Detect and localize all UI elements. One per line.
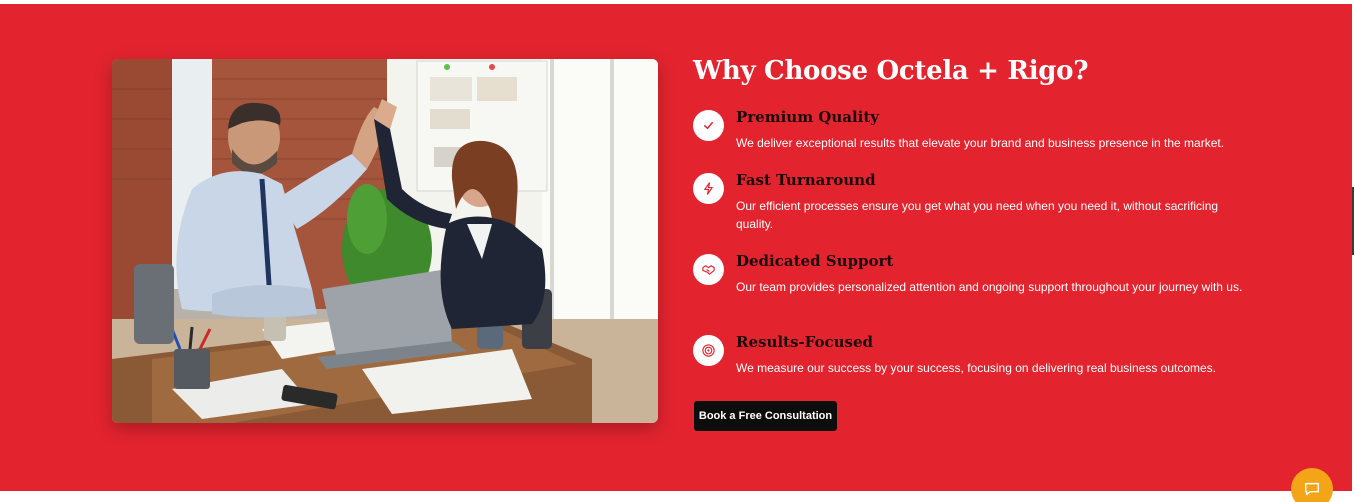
chat-widget-button[interactable] (1291, 468, 1333, 502)
feature-title: Results-Focused (736, 333, 874, 351)
book-consultation-button[interactable]: Book a Free Consultation (694, 401, 837, 431)
office-photo-illustration (112, 59, 658, 423)
office-photo (112, 59, 658, 423)
feature-title: Premium Quality (736, 108, 880, 126)
feature-description: We deliver exceptional results that elev… (736, 136, 1225, 150)
feature-title: Fast Turnaround (736, 171, 876, 189)
target-icon (693, 335, 724, 366)
feature-description: Our efficient processes ensure you get w… (736, 199, 1219, 231)
lightning-icon (693, 173, 724, 204)
feature-description: We measure our success by your success, … (736, 361, 1217, 375)
feature-description: Our team provides personalized attention… (736, 280, 1243, 294)
scrollbar-thumb[interactable] (1352, 187, 1354, 255)
check-icon (693, 110, 724, 141)
feature-title: Dedicated Support (736, 252, 894, 270)
section-heading: Why Choose Octela + Rigo? (693, 56, 1089, 86)
handshake-icon (693, 254, 724, 285)
chat-bubble-icon (1304, 482, 1320, 496)
